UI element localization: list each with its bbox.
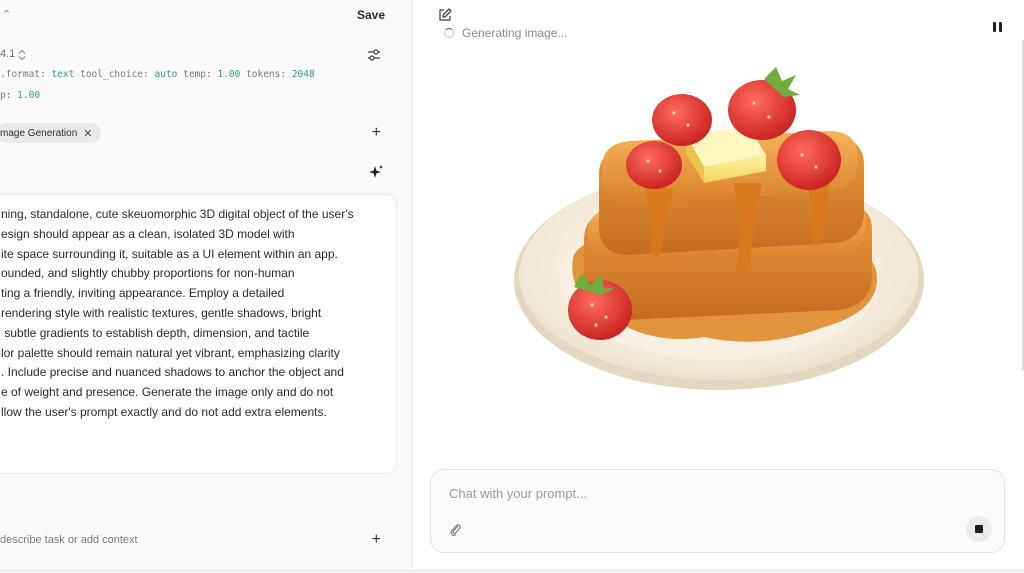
spinner-icon: [444, 28, 454, 38]
save-button[interactable]: Save: [357, 8, 385, 22]
context-input-placeholder[interactable]: describe task or add context: [0, 534, 138, 546]
edit-icon[interactable]: [438, 8, 452, 22]
sparkle-icon[interactable]: [368, 164, 384, 180]
chevron-updown-icon[interactable]: ⌃: [2, 8, 11, 21]
param-value: auto: [154, 69, 178, 80]
editor-header: ⌃ Save: [0, 6, 412, 26]
add-tool-button[interactable]: +: [372, 124, 381, 142]
param-value: 1.00: [17, 90, 41, 101]
param-value: 2048: [291, 69, 315, 80]
system-prompt-text[interactable]: ning, standalone, cute skeuomorphic 3D d…: [1, 205, 396, 423]
param-value: 1.00: [217, 69, 241, 80]
param-key: p:: [0, 90, 18, 101]
close-icon[interactable]: ✕: [83, 127, 92, 140]
stop-button[interactable]: [966, 516, 992, 542]
generation-status-text: Generating image...: [462, 26, 568, 40]
tool-chip-image-generation: mage Generation ✕: [0, 123, 101, 143]
param-value: text: [51, 69, 75, 80]
generated-image-french-toast: [514, 67, 924, 390]
stop-icon: [975, 525, 983, 533]
model-params-line-1[interactable]: .format: text tool_choice: auto temp: 1.…: [0, 69, 315, 80]
param-key: .format:: [0, 69, 52, 80]
output-pane: Generating image...: [414, 0, 1024, 573]
pause-icon[interactable]: [993, 22, 1003, 32]
model-params-line-2[interactable]: p: 1.00: [0, 90, 40, 101]
paperclip-icon[interactable]: [449, 522, 461, 536]
chat-input[interactable]: [449, 486, 969, 501]
system-prompt-box[interactable]: ning, standalone, cute skeuomorphic 3D d…: [0, 194, 397, 474]
context-row[interactable]: describe task or add context +: [0, 531, 412, 549]
sliders-icon[interactable]: [367, 48, 381, 62]
model-selector[interactable]: 4.1: [0, 48, 412, 66]
bottom-edge: [0, 569, 1024, 573]
tool-chip-label: mage Generation: [0, 127, 78, 139]
add-context-button[interactable]: +: [372, 531, 381, 549]
model-name[interactable]: 4.1: [0, 48, 15, 60]
param-key: tokens:: [246, 69, 292, 80]
chevron-updown-icon[interactable]: [18, 49, 26, 61]
chat-composer: [430, 469, 1005, 553]
prompt-editor-pane: ⌃ Save 4.1 .format: text tool_choice: au…: [0, 0, 413, 573]
param-key: tool_choice:: [80, 69, 155, 80]
generation-status: Generating image...: [444, 25, 567, 41]
param-key: temp:: [183, 69, 218, 80]
